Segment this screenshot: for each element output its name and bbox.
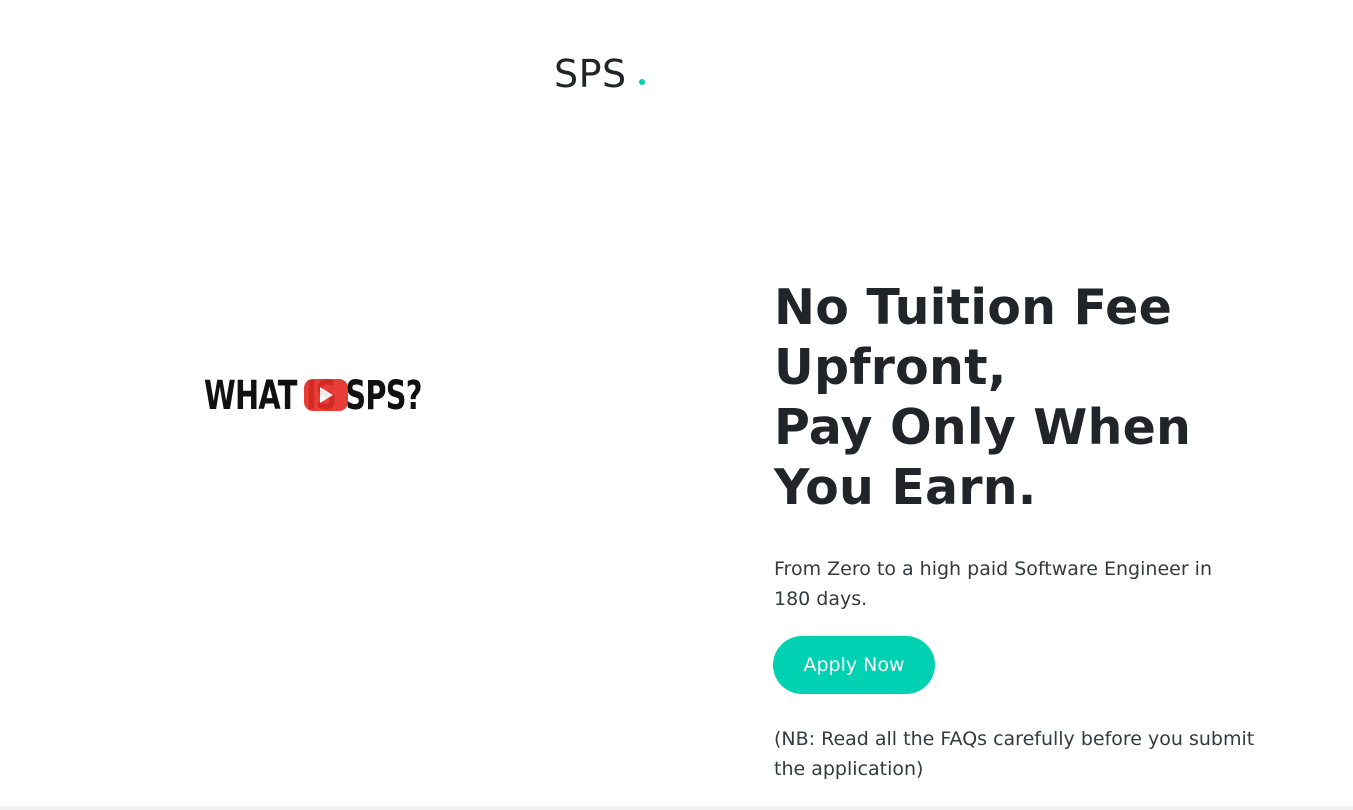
brand-name: SPS [554,52,627,96]
faq-note: (NB: Read all the FAQs carefully before … [774,728,1255,780]
hero-title-line: You Earn. [774,459,1037,516]
brand-logo[interactable]: SPS [554,50,645,100]
hero-section: No Tuition Fee Upfront, Pay Only When Yo… [773,278,1294,784]
brand-dot-icon [638,79,645,85]
bottom-divider [0,806,1353,810]
hero-title: No Tuition Fee Upfront, Pay Only When Yo… [774,278,1294,518]
hero-title-line: Pay Only When [774,399,1192,456]
hero-title-line: Upfront, [774,339,1007,396]
what-is-sps-video[interactable]: WHAT IS SPS? [204,368,440,424]
youtube-play-icon[interactable] [304,379,348,411]
hero-title-line: No Tuition Fee [774,279,1173,336]
hero-subtitle: From Zero to a high paid Software Engine… [774,558,1212,610]
apply-now-button[interactable]: Apply Now [773,636,935,694]
